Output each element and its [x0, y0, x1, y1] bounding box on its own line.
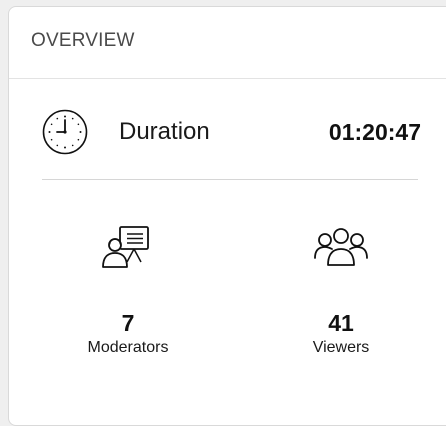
overview-card: OVERVIEW Duration 01:20:47 7 Moderators …	[8, 6, 446, 426]
group-icon	[310, 223, 372, 275]
duration-label: Duration	[119, 118, 210, 145]
presenter-icon	[97, 223, 159, 275]
viewers-stat: 41 Viewers	[271, 223, 411, 357]
clock-icon	[41, 108, 89, 156]
moderators-label: Moderators	[87, 339, 169, 356]
viewers-count: 41	[328, 310, 354, 336]
divider	[42, 179, 418, 180]
duration-value: 01:20:47	[328, 118, 421, 145]
viewers-label: Viewers	[312, 339, 370, 356]
card-header: OVERVIEW	[9, 7, 446, 79]
moderators-count: 7	[121, 310, 135, 336]
card-title: OVERVIEW	[31, 29, 135, 51]
moderators-stat: 7 Moderators	[58, 223, 198, 357]
duration-row: Duration 01:20:47	[41, 105, 421, 159]
